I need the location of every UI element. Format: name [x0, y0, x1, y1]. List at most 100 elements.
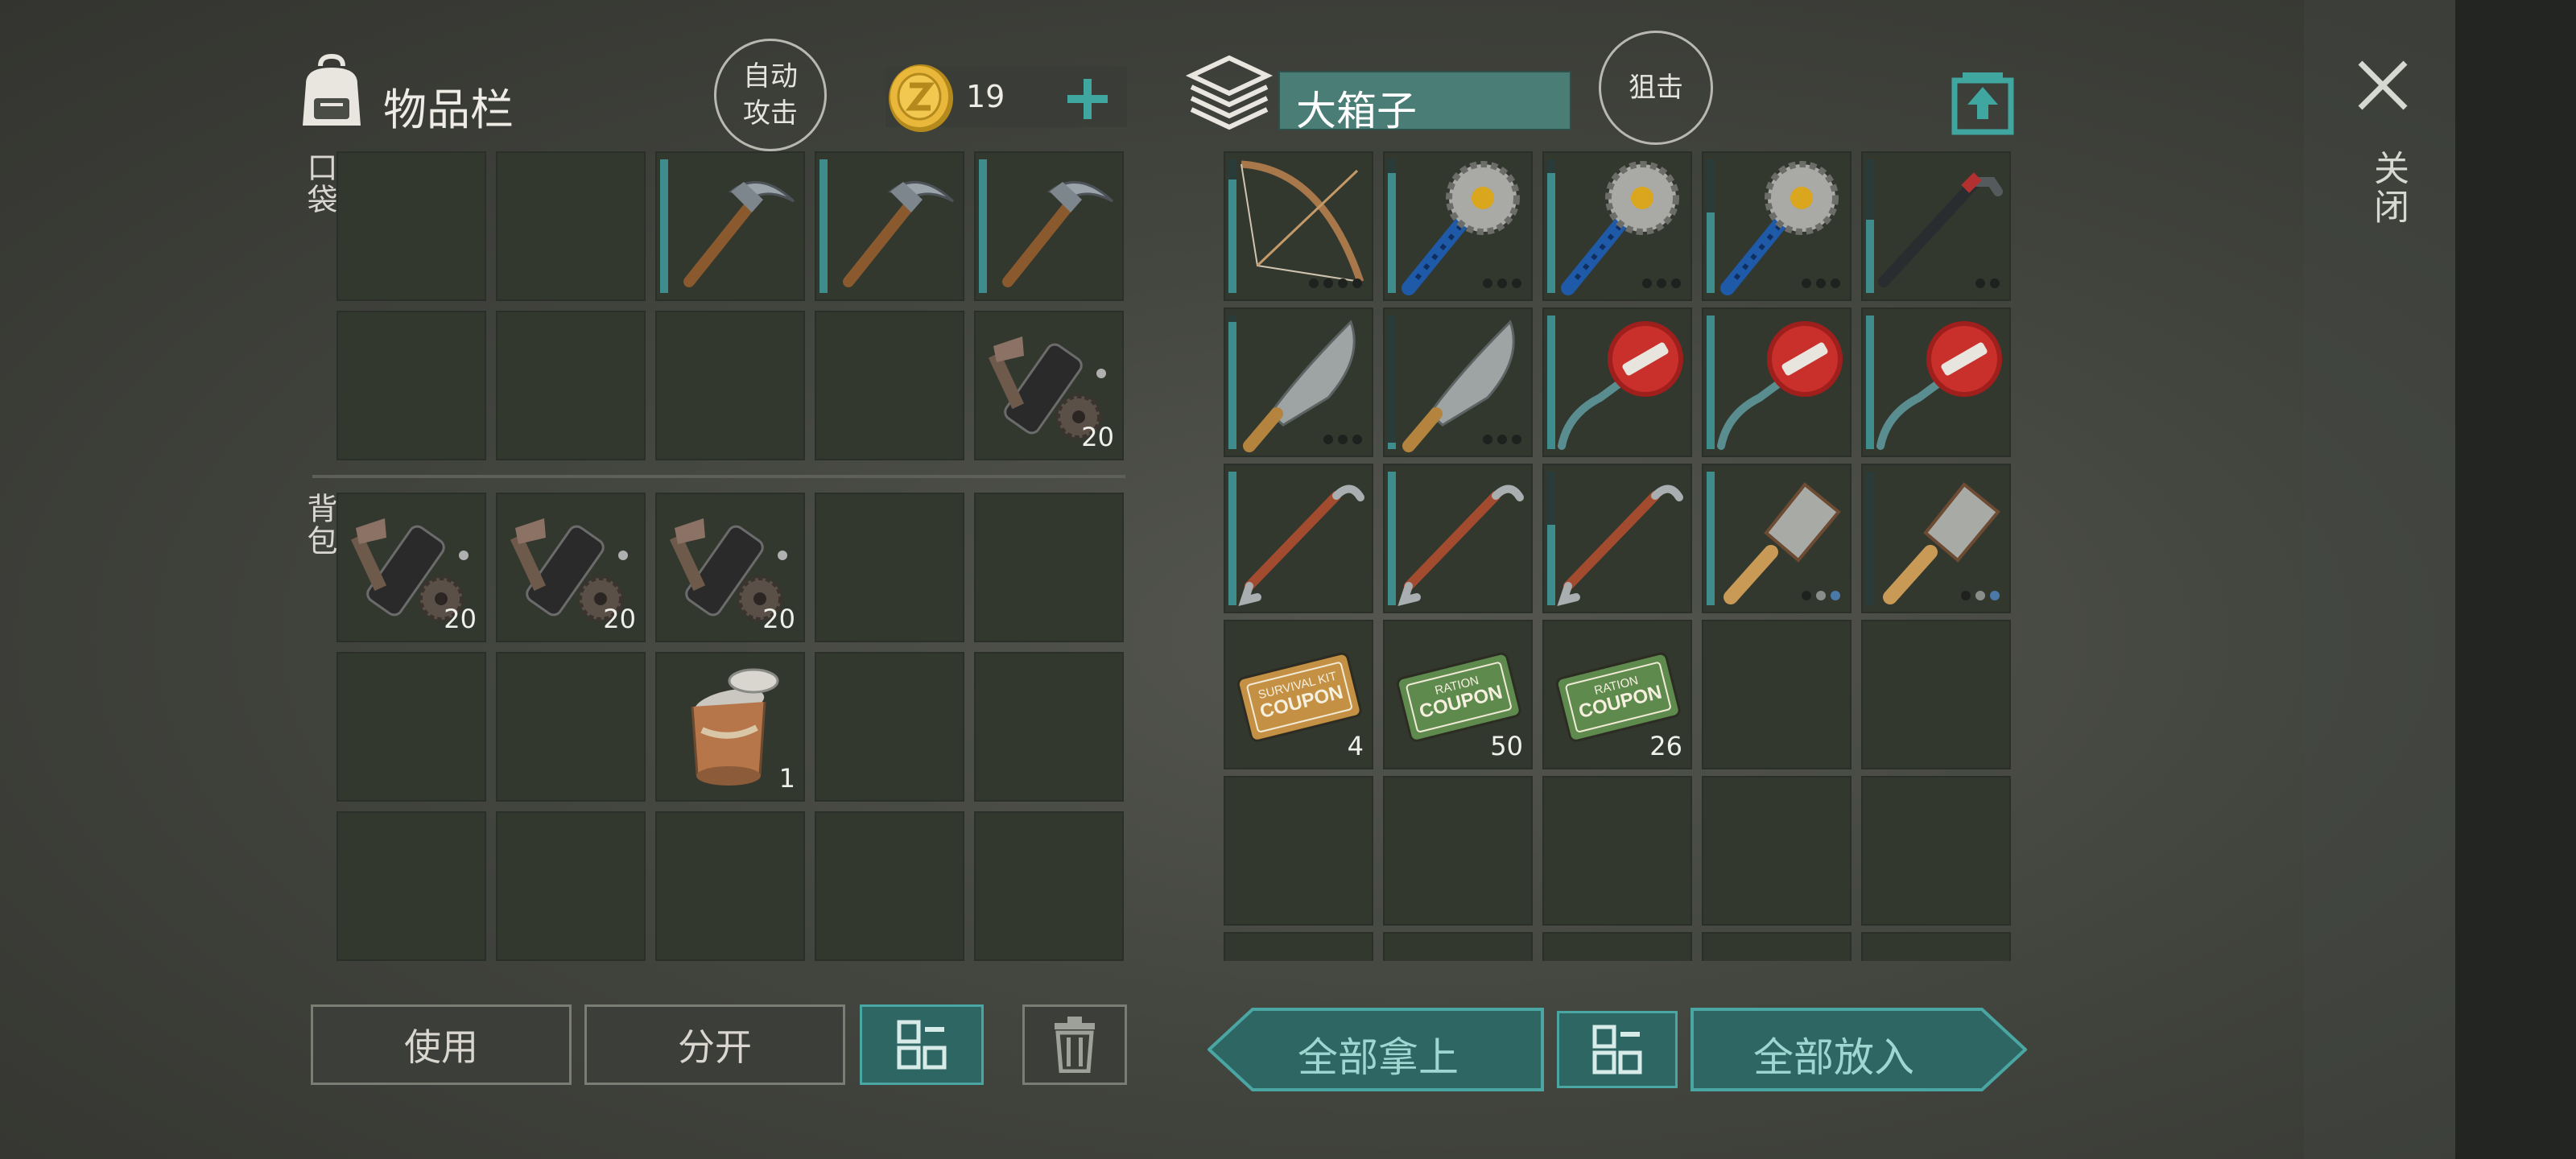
snipe-button[interactable]: 狙击: [1599, 31, 1713, 145]
chest-icon: [1185, 52, 1274, 132]
empty-slot[interactable]: [496, 311, 646, 460]
item-quantity: 20: [444, 604, 477, 634]
quality-dots: [1483, 278, 1521, 288]
item-slot-stop-sign[interactable]: [1542, 307, 1692, 457]
empty-slot[interactable]: [1861, 620, 2011, 769]
item-slot-machete[interactable]: [1383, 307, 1533, 457]
empty-slot[interactable]: [1224, 932, 1373, 961]
take-all-label: 全部拿上: [1298, 1034, 1459, 1081]
durability-bar: [1547, 525, 1555, 605]
item-slot-cleaver[interactable]: [1702, 464, 1852, 613]
item-slot-parts-bundle[interactable]: 20: [655, 493, 805, 642]
quality-dots: [1961, 591, 2000, 600]
sort-inventory-button[interactable]: [860, 1004, 984, 1085]
pickaxe-icon: [683, 180, 795, 287]
empty-slot[interactable]: [496, 652, 646, 802]
stop-sign-icon: [1876, 321, 2002, 450]
empty-slot[interactable]: [1861, 776, 2011, 926]
empty-slot[interactable]: [1542, 776, 1692, 926]
close-icon: [2358, 60, 2408, 110]
chest-title: 大箱子: [1296, 88, 1417, 134]
empty-slot[interactable]: [1542, 932, 1692, 961]
durability-bar: [1866, 220, 1874, 293]
item-quantity: 26: [1649, 731, 1682, 761]
empty-slot[interactable]: [655, 811, 805, 961]
split-button[interactable]: 分开: [584, 1004, 845, 1085]
item-slot-stop-sign[interactable]: [1702, 307, 1852, 457]
empty-slot[interactable]: [496, 811, 646, 961]
item-slot-crowbar-black[interactable]: [1861, 151, 2011, 301]
item-quantity: 20: [762, 604, 795, 634]
empty-slot[interactable]: [336, 652, 486, 802]
quality-dots: [1802, 278, 1840, 288]
empty-slot[interactable]: [1702, 776, 1852, 926]
upload-button[interactable]: [1951, 71, 2014, 135]
item-slot-saw-mace[interactable]: [1702, 151, 1852, 301]
use-button[interactable]: 使用: [311, 1004, 572, 1085]
item-slot-saw-mace[interactable]: [1383, 151, 1533, 301]
item-slot-pickaxe[interactable]: [974, 151, 1124, 301]
item-slot-parts-bundle[interactable]: 20: [496, 493, 646, 642]
empty-slot[interactable]: [974, 811, 1124, 961]
item-slot-stop-sign[interactable]: [1861, 307, 2011, 457]
item-slot-bow[interactable]: [1224, 151, 1373, 301]
item-slot-machete[interactable]: [1224, 307, 1373, 457]
item-quantity: 1: [778, 763, 795, 794]
item-slot-crowbar-red[interactable]: [1542, 464, 1692, 613]
empty-slot[interactable]: [815, 311, 964, 460]
item-slot-ration-coupon[interactable]: RATION COUPON 50: [1383, 620, 1533, 769]
empty-slot[interactable]: [1861, 932, 2011, 961]
item-slot-tin-can[interactable]: 1: [655, 652, 805, 802]
grid-sort-icon: [1592, 1025, 1642, 1074]
close-label: 关闭: [2368, 150, 2409, 227]
sort-chest-button[interactable]: [1557, 1011, 1678, 1088]
quality-dots: [1642, 278, 1681, 288]
chest-title-field[interactable]: 大箱子: [1278, 71, 1571, 134]
backpack-icon: [293, 52, 370, 132]
empty-slot[interactable]: [336, 151, 486, 301]
trash-button[interactable]: [1022, 1004, 1127, 1085]
empty-slot[interactable]: [1224, 776, 1373, 926]
item-slot-ration-coupon[interactable]: RATION COUPON 26: [1542, 620, 1692, 769]
add-coins-button[interactable]: [1063, 74, 1113, 124]
item-slot-crowbar-red[interactable]: [1224, 464, 1373, 613]
item-slot-pickaxe[interactable]: [815, 151, 964, 301]
empty-slot[interactable]: [336, 811, 486, 961]
put-all-button[interactable]: 全部放入: [1690, 1008, 2027, 1091]
pocket-label: 口袋: [302, 151, 337, 216]
plus-icon: [1067, 79, 1108, 119]
take-all-button[interactable]: 全部拿上: [1208, 1008, 1544, 1091]
empty-slot[interactable]: [1383, 776, 1533, 926]
item-quantity: 20: [1081, 422, 1114, 452]
item-slot-cleaver[interactable]: [1861, 464, 2011, 613]
item-quantity: 50: [1490, 731, 1523, 761]
section-divider: [312, 475, 1125, 478]
durability-bar: [1547, 173, 1555, 293]
empty-slot[interactable]: [974, 493, 1124, 642]
durability-track: [1388, 316, 1396, 449]
item-slot-survival-coupon[interactable]: SURVIVAL KIT COUPON 4: [1224, 620, 1373, 769]
coin-icon: [886, 61, 956, 134]
empty-slot[interactable]: [1702, 932, 1852, 961]
coin-count: 19: [966, 79, 1005, 114]
close-button[interactable]: [2354, 56, 2412, 114]
empty-slot[interactable]: [336, 311, 486, 460]
empty-slot[interactable]: [815, 652, 964, 802]
empty-slot[interactable]: [496, 151, 646, 301]
empty-slot[interactable]: [655, 311, 805, 460]
empty-slot[interactable]: [1383, 932, 1533, 961]
durability-bar: [1707, 316, 1715, 449]
screen-edge: [2455, 0, 2576, 1159]
item-slot-crowbar-red[interactable]: [1383, 464, 1533, 613]
auto-attack-button[interactable]: 自动 攻击: [714, 39, 827, 151]
item-slot-pickaxe[interactable]: [655, 151, 805, 301]
empty-slot[interactable]: [815, 493, 964, 642]
empty-slot[interactable]: [815, 811, 964, 961]
empty-slot[interactable]: [974, 652, 1124, 802]
empty-slot[interactable]: [1702, 620, 1852, 769]
stop-sign-icon: [1717, 321, 1843, 450]
item-slot-parts-bundle[interactable]: 20: [974, 311, 1124, 460]
item-slot-parts-bundle[interactable]: 20: [336, 493, 486, 642]
item-slot-saw-mace[interactable]: [1542, 151, 1692, 301]
durability-bar: [660, 159, 668, 293]
